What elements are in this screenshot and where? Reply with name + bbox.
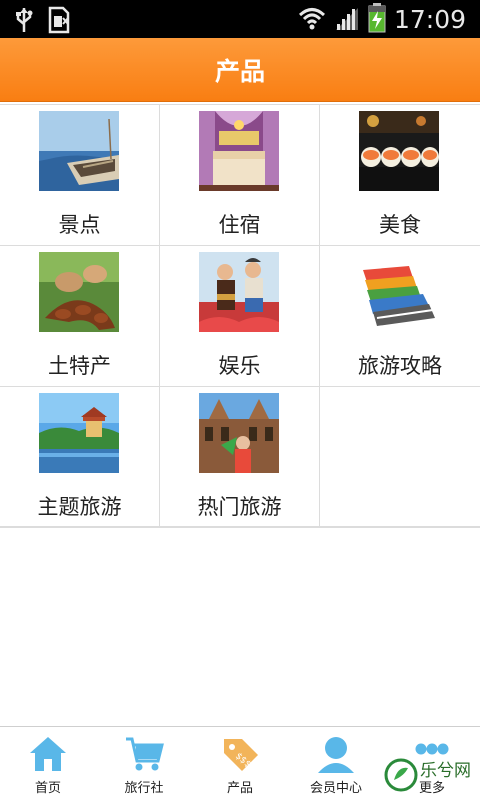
grid-item-theme-tours[interactable]: 主题旅游 bbox=[0, 387, 160, 528]
grid-item-specialties[interactable]: 土特产 bbox=[0, 246, 160, 387]
wifi-icon bbox=[298, 4, 326, 36]
app-header: 产品 bbox=[0, 38, 480, 102]
page-title: 产品 bbox=[214, 57, 265, 86]
status-time: 17:09 bbox=[393, 5, 466, 34]
signal-icon bbox=[334, 4, 360, 36]
grid-item-empty bbox=[320, 387, 480, 528]
grid-item-label: 景点 bbox=[58, 213, 101, 237]
grid-item-label: 旅游攻略 bbox=[358, 354, 442, 378]
nav-label: 旅行社 bbox=[124, 781, 164, 796]
grid-item-label: 主题旅游 bbox=[37, 495, 122, 519]
grid-item-attractions[interactable]: 景点 bbox=[0, 105, 160, 246]
watermark-logo: 乐兮网 bbox=[382, 756, 478, 796]
sim-icon bbox=[48, 6, 70, 38]
pagoda-lake-photo bbox=[39, 393, 119, 473]
grid-item-label: 美食 bbox=[379, 213, 421, 237]
hotel-bed-photo bbox=[199, 111, 279, 191]
usb-icon bbox=[14, 6, 34, 38]
grid-item-popular-tours[interactable]: 热门旅游 bbox=[160, 387, 320, 528]
status-bar: 17:09 bbox=[0, 0, 480, 38]
books-photo bbox=[359, 252, 439, 332]
nav-member-center[interactable]: 会员中心 bbox=[288, 727, 384, 800]
grid-item-lodging[interactable]: 住宿 bbox=[160, 105, 320, 246]
church-tourist-photo bbox=[199, 393, 279, 473]
nav-home[interactable]: 首页 bbox=[0, 727, 96, 800]
grid-item-label: 热门旅游 bbox=[197, 495, 282, 519]
dancers-photo bbox=[199, 252, 279, 332]
tamarind-photo bbox=[39, 252, 119, 332]
sushi-photo bbox=[359, 111, 439, 191]
product-grid: 景点 住宿 美食 土特产 娱乐 旅游攻略 主题旅游 热门旅游 bbox=[0, 104, 480, 528]
battery-charging-icon bbox=[368, 3, 386, 37]
tag-icon: $$$ bbox=[220, 735, 260, 773]
nav-label: 会员中心 bbox=[309, 781, 362, 796]
grid-item-food[interactable]: 美食 bbox=[320, 105, 480, 246]
nav-products[interactable]: $$$ 产品 bbox=[192, 727, 288, 800]
nav-label: 首页 bbox=[34, 781, 61, 796]
grid-item-label: 土特产 bbox=[48, 354, 111, 378]
cart-icon bbox=[124, 735, 164, 773]
home-icon bbox=[28, 735, 68, 773]
user-icon bbox=[316, 735, 356, 773]
grid-item-label: 娱乐 bbox=[218, 354, 261, 378]
grid-item-travel-guide[interactable]: 旅游攻略 bbox=[320, 246, 480, 387]
boat-lake-photo bbox=[39, 111, 119, 191]
nav-label: 产品 bbox=[226, 781, 253, 796]
watermark-text: 乐兮网 bbox=[420, 761, 471, 781]
grid-item-label: 住宿 bbox=[218, 213, 261, 237]
grid-item-entertainment[interactable]: 娱乐 bbox=[160, 246, 320, 387]
nav-travel-agency[interactable]: 旅行社 bbox=[96, 727, 192, 800]
